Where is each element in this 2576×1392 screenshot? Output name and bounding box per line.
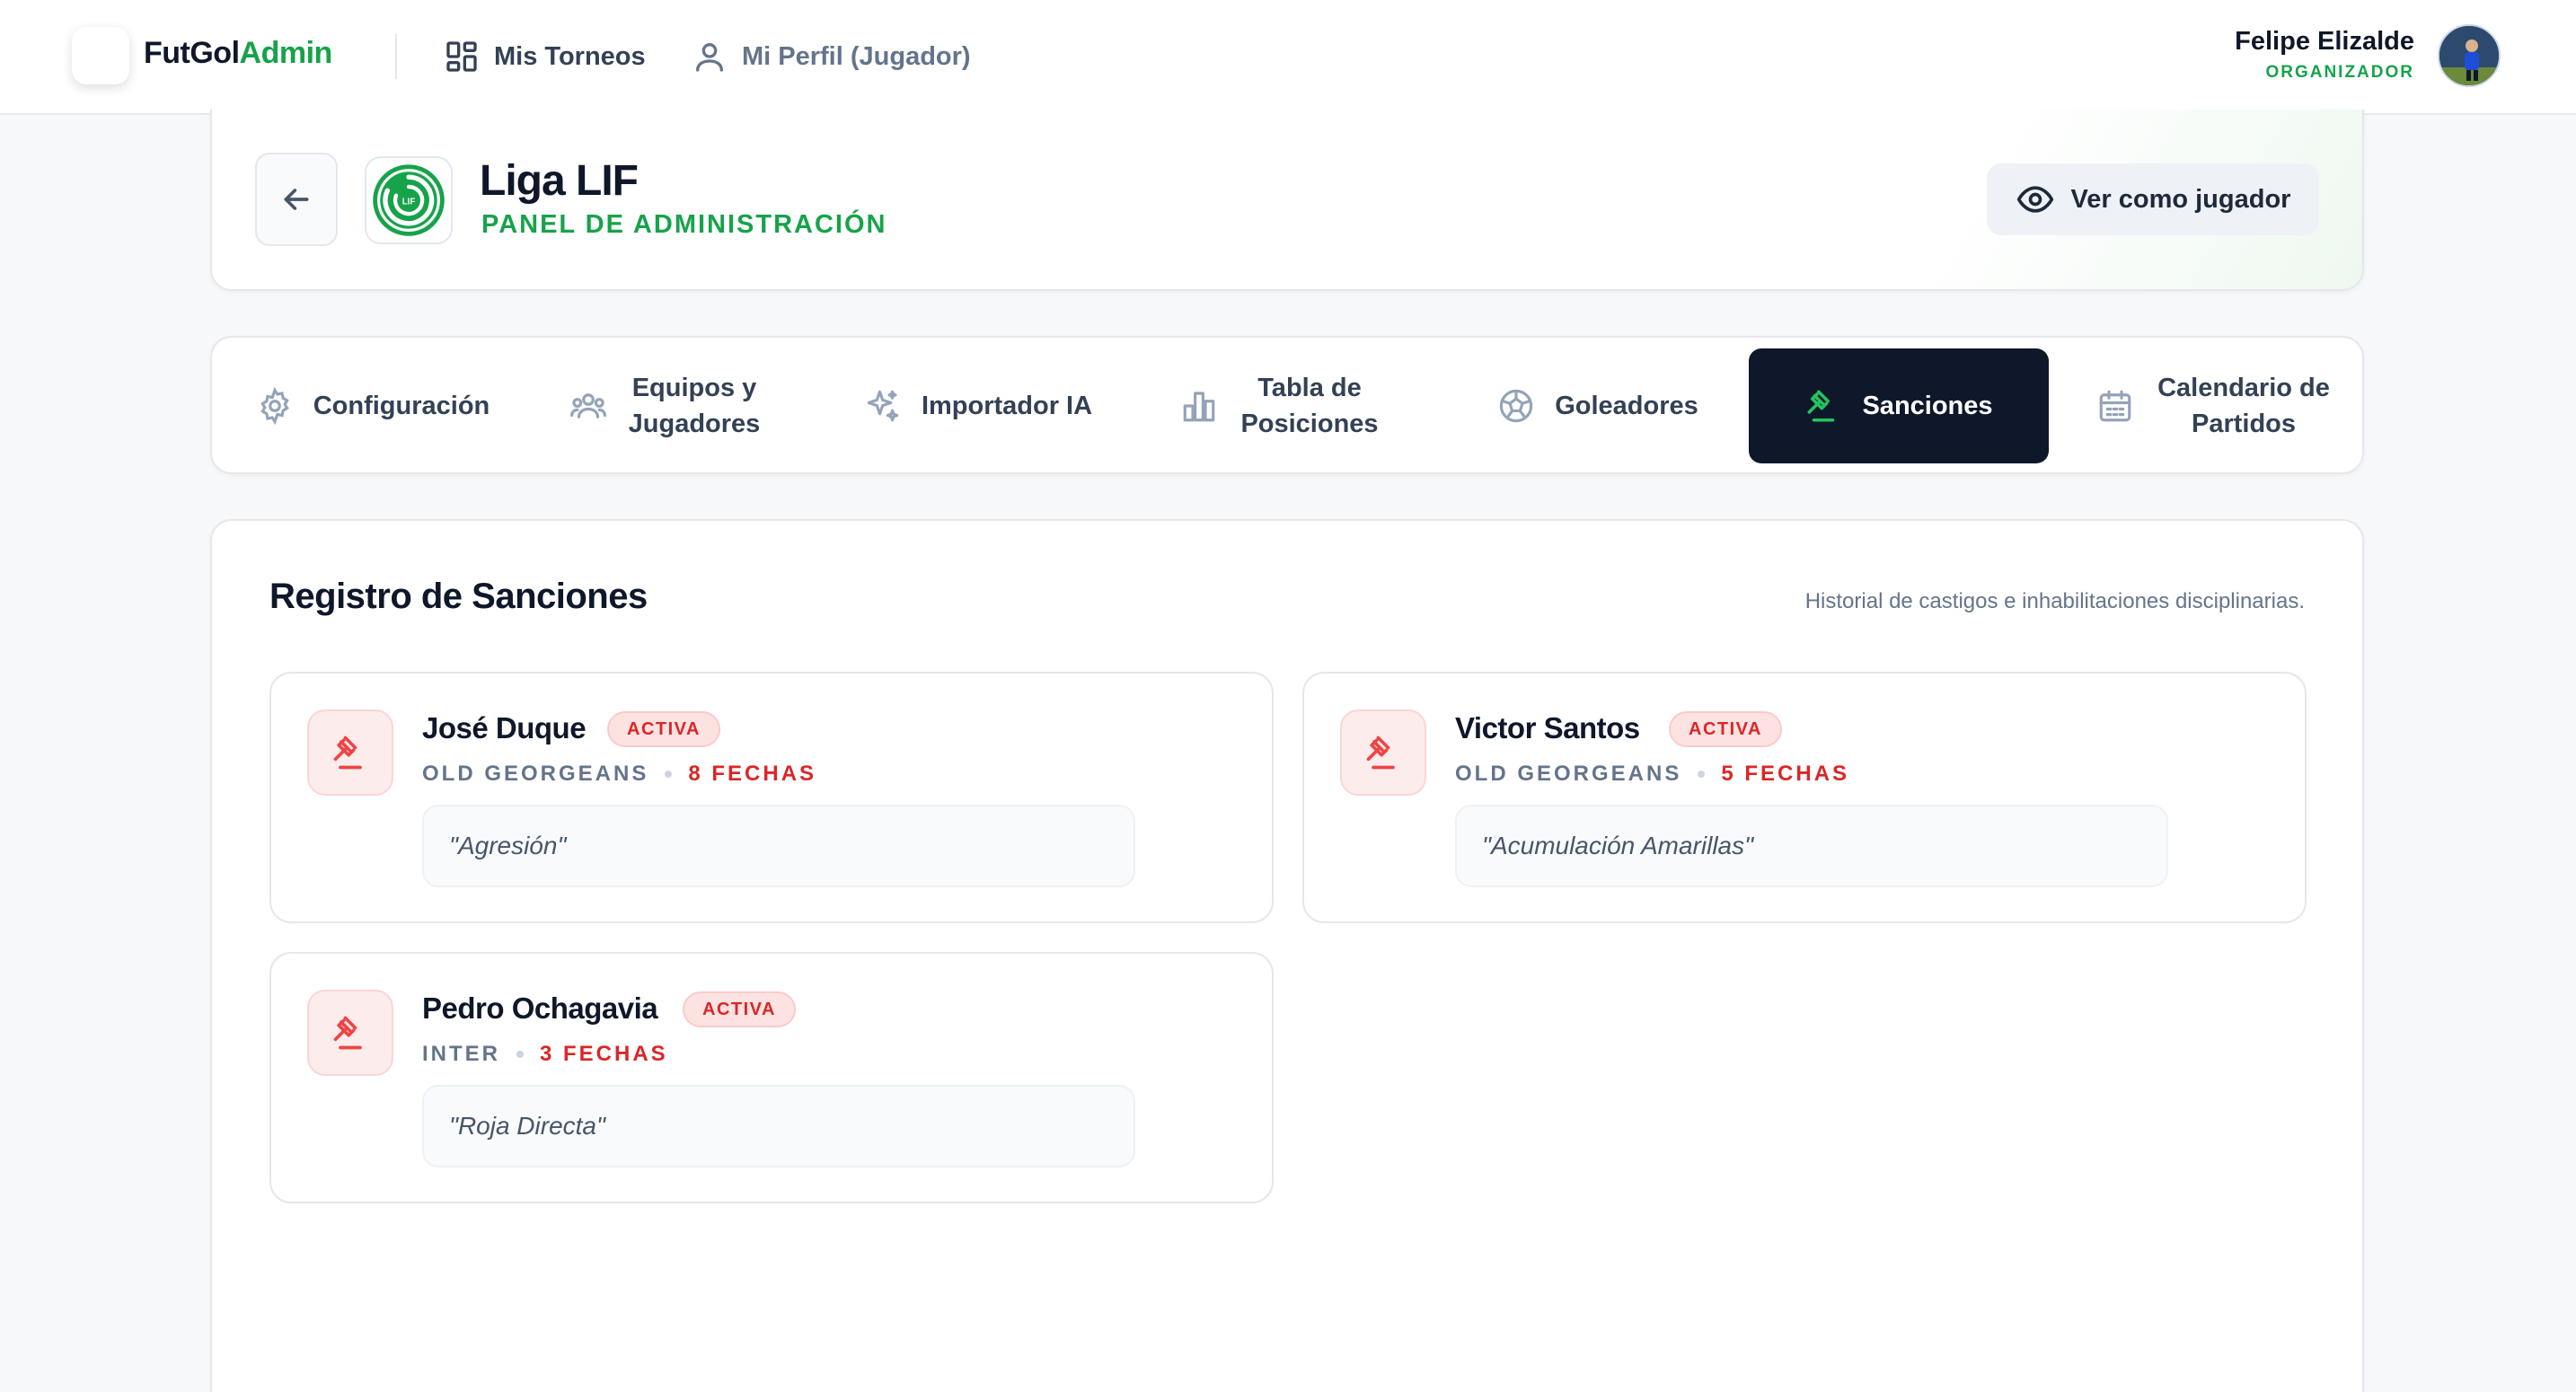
tab-configuracion[interactable]: Configuración: [251, 348, 494, 463]
user-icon: [696, 43, 723, 72]
avatar[interactable]: [2438, 24, 2501, 87]
soccer-ball-icon: [1500, 389, 1533, 423]
sanction-icon-box: [307, 709, 393, 796]
sanction-team: INTER: [422, 1042, 500, 1066]
tab-equipos-jugadores[interactable]: Equipos y Jugadores: [553, 348, 778, 463]
tab-sanciones-label: Sanciones: [1862, 392, 1993, 420]
league-logo: LIF: [365, 156, 453, 244]
meta-separator-dot: [665, 771, 673, 778]
sanction-card[interactable]: Pedro Ochagavia ACTIVA INTER 3 FECHAS "R…: [269, 952, 1274, 1203]
meta-separator-dot: [1698, 771, 1706, 778]
bar-chart-icon: [1183, 392, 1215, 422]
user-role: ORGANIZADOR: [2265, 63, 2414, 82]
gavel-icon: [333, 1016, 362, 1050]
app-logo[interactable]: [72, 27, 129, 84]
tab-importador-ia[interactable]: Importador IA: [857, 348, 1099, 463]
sanction-team: OLD GEORGEANS: [422, 762, 649, 786]
nav-mis-torneos-label: Mis Torneos: [494, 41, 646, 71]
sanction-icon-box: [1340, 709, 1426, 796]
sanction-meta: OLD GEORGEANS 5 FECHAS: [1455, 762, 1849, 787]
sanction-meta: INTER 3 FECHAS: [422, 1042, 668, 1067]
gavel-icon: [333, 736, 362, 770]
tab-tabla-posiciones-label: Tabla de Posiciones: [1240, 374, 1379, 438]
tab-goleadores[interactable]: Goleadores: [1486, 348, 1710, 463]
top-navigation-bar: FutGolAdmin Mis Torneos Mi Perfil (Jugad…: [0, 0, 2576, 115]
sanction-player-name: Pedro Ochagavia: [422, 991, 658, 1025]
eye-icon: [2016, 186, 2053, 213]
sanction-card[interactable]: José Duque ACTIVA OLD GEORGEANS 8 FECHAS…: [269, 672, 1274, 923]
tab-goleadores-label: Goleadores: [1555, 392, 1698, 420]
back-button[interactable]: [255, 153, 338, 246]
sanction-dates: 3 FECHAS: [540, 1042, 668, 1066]
view-as-player-button[interactable]: Ver como jugador: [1987, 163, 2319, 235]
calendar-icon: [2099, 390, 2131, 422]
league-header-card: LIF Liga LIF PANEL DE ADMINISTRACIÓN Ver…: [210, 110, 2364, 291]
tab-calendario-partidos-label: Calendario de Partidos: [2157, 374, 2330, 438]
tab-importador-ia-label: Importador IA: [921, 392, 1093, 420]
sanction-dates: 5 FECHAS: [1721, 762, 1850, 786]
sanction-card[interactable]: Victor Santos ACTIVA OLD GEORGEANS 5 FEC…: [1302, 672, 2307, 923]
league-subtitle: PANEL DE ADMINISTRACIÓN: [481, 210, 887, 239]
sanction-player-name: Victor Santos: [1455, 711, 1640, 744]
tab-calendario-partidos[interactable]: Calendario de Partidos: [2080, 348, 2350, 463]
arrow-left-icon: [284, 189, 309, 210]
tab-configuracion-label: Configuración: [313, 392, 490, 420]
league-title: Liga LIF: [480, 157, 639, 205]
view-as-player-label: Ver como jugador: [2070, 184, 2291, 214]
admin-tabs: Configuración Equipos y Jugadores Import…: [210, 336, 2364, 474]
user-name: Felipe Elizalde: [2235, 27, 2414, 56]
avatar-photo: [2439, 26, 2499, 85]
gear-icon: [260, 387, 289, 425]
sanction-meta: OLD GEORGEANS 8 FECHAS: [422, 762, 816, 787]
status-badge: ACTIVA: [1669, 711, 1782, 747]
sanction-dates: 8 FECHAS: [688, 762, 817, 786]
sanction-reason: "Roja Directa": [422, 1085, 1135, 1167]
tab-equipos-jugadores-label: Equipos y Jugadores: [628, 374, 761, 438]
status-badge: ACTIVA: [683, 991, 796, 1027]
league-crest-text: LIF: [402, 197, 416, 207]
sanction-icon-box: [307, 990, 393, 1076]
section-description: Historial de castigos e inhabilitaciones…: [1804, 589, 2305, 613]
brand-main: FutGol: [144, 36, 240, 70]
tab-tabla-posiciones[interactable]: Tabla de Posiciones: [1164, 348, 1398, 463]
tab-sanciones[interactable]: Sanciones: [1749, 348, 2049, 463]
sanction-team: OLD GEORGEANS: [1455, 762, 1682, 786]
nav-mis-torneos[interactable]: Mis Torneos: [444, 34, 646, 79]
brand-accent: Admin: [239, 36, 333, 70]
gavel-icon: [1366, 736, 1395, 770]
sparkles-icon: [867, 390, 899, 422]
sanction-reason: "Agresión": [422, 805, 1135, 887]
sanction-reason: "Acumulación Amarillas": [1455, 805, 2168, 887]
nav-mi-perfil[interactable]: Mi Perfil (Jugador): [692, 34, 971, 79]
meta-separator-dot: [516, 1051, 524, 1058]
sanction-player-name: José Duque: [422, 711, 587, 744]
brand-name[interactable]: FutGolAdmin: [144, 36, 332, 71]
dashboard-grid-icon: [446, 41, 477, 72]
section-title: Registro de Sanciones: [269, 577, 648, 616]
nav-mi-perfil-label: Mi Perfil (Jugador): [742, 41, 971, 71]
league-crest-icon: LIF: [373, 164, 445, 236]
users-group-icon: [570, 393, 606, 418]
nav-divider: [395, 34, 397, 79]
gavel-icon: [1807, 390, 1835, 422]
sanctions-panel: Registro de Sanciones Historial de casti…: [210, 519, 2364, 1392]
status-badge: ACTIVA: [607, 711, 720, 747]
